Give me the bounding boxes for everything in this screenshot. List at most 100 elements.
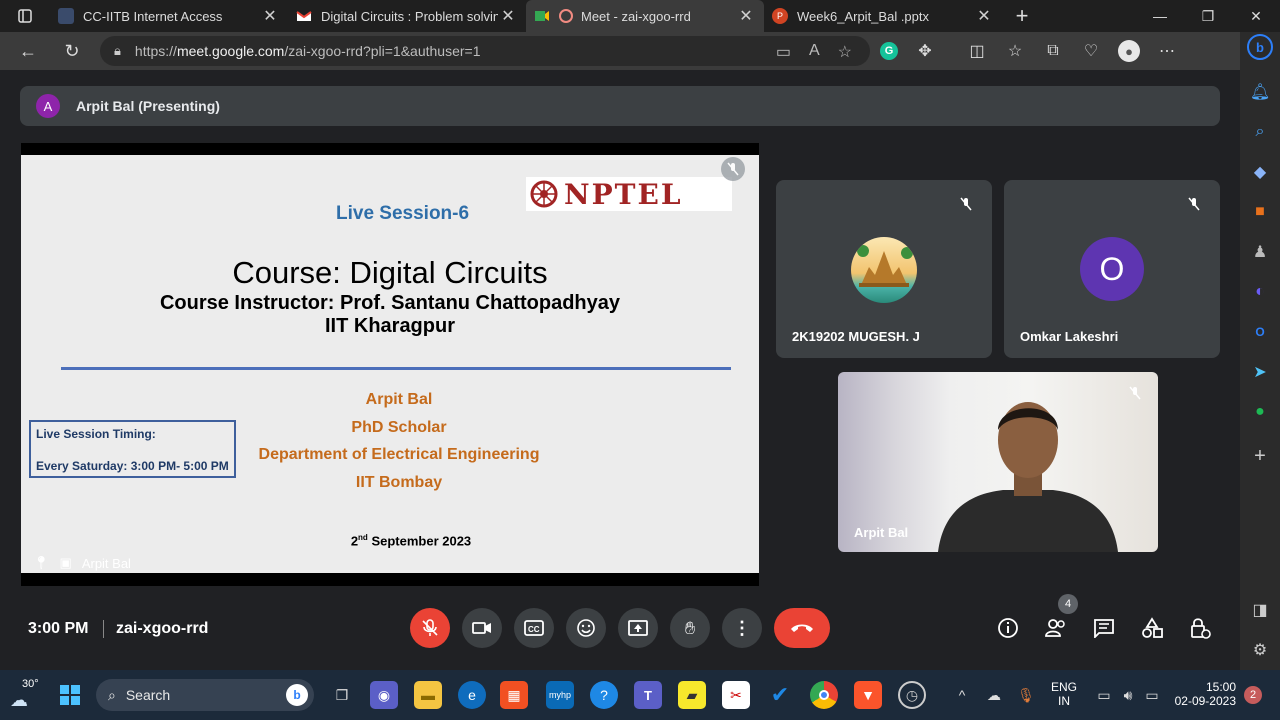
iitb-favicon-icon [58, 8, 74, 24]
camera-blocked-icon[interactable]: ▭ [776, 42, 791, 62]
new-tab-icon[interactable]: + [1002, 0, 1042, 32]
info-icon [998, 618, 1018, 638]
games-icon[interactable]: ♟ [1248, 240, 1272, 264]
split-screen-icon[interactable]: ◫ [966, 40, 988, 62]
minimize-icon[interactable]: — [1136, 0, 1184, 32]
sticky-notes-icon[interactable]: ▰ [678, 681, 706, 709]
camera-toggle-button[interactable] [462, 608, 502, 648]
host-controls-button[interactable] [1184, 612, 1216, 644]
snipping-tool-icon[interactable]: ✂ [722, 681, 750, 709]
bing-copilot-icon[interactable]: b [1247, 34, 1273, 60]
microphone-in-use-icon[interactable]: 🎙︎ [1012, 681, 1040, 709]
file-explorer-icon[interactable]: ▬ [414, 681, 442, 709]
show-hidden-icons[interactable]: ^ [948, 681, 976, 709]
collections-icon[interactable]: ⧉ [1042, 40, 1064, 62]
language-indicator[interactable]: ENG IN [1048, 680, 1080, 708]
pin-icon[interactable]: 📍︎ [33, 555, 50, 571]
nptel-logo-text: NPTEL [564, 177, 683, 211]
notifications-bell-icon[interactable]: 🔔︎ [1248, 80, 1272, 104]
weather-widget[interactable]: 30° ☁ [8, 678, 48, 712]
read-aloud-icon[interactable]: A [809, 42, 820, 62]
start-icon[interactable] [56, 681, 84, 709]
brave-icon[interactable]: ▼ [854, 681, 882, 709]
back-icon[interactable]: ← [6, 32, 50, 70]
recording-icon [559, 9, 573, 23]
teams-chat-icon[interactable]: ◉ [370, 681, 398, 709]
tab-meet[interactable]: Meet - zai-xgoo-rrd ✕ [526, 0, 764, 32]
close-tab-icon[interactable]: ✕ [260, 6, 280, 26]
clock-time: 15:00 [1205, 680, 1236, 694]
microsoft-store-icon[interactable]: ▦ [500, 681, 528, 709]
svg-text:CC: CC [528, 625, 540, 634]
teams-icon[interactable]: T [634, 681, 662, 709]
captions-icon: CC [524, 620, 544, 636]
taskbar-search[interactable]: ⌕ Search b [96, 679, 314, 711]
tab-cc-iitb[interactable]: CC-IITB Internet Access ✕ [50, 0, 288, 32]
leave-call-button[interactable] [774, 608, 830, 648]
task-view-icon[interactable]: ❐ [328, 681, 356, 709]
refresh-icon[interactable]: ↻ [50, 32, 94, 70]
add-sidebar-app-icon[interactable]: + [1248, 444, 1272, 468]
microsoft365-icon[interactable]: ◐ [1248, 280, 1272, 304]
activities-button[interactable] [1136, 612, 1168, 644]
tools-briefcase-icon[interactable]: ■ [1248, 200, 1272, 224]
send-icon[interactable]: ➤ [1248, 360, 1272, 384]
onedrive-icon[interactable]: ☁ [980, 681, 1008, 709]
chat-button[interactable] [1088, 612, 1120, 644]
edge-browser-icon[interactable]: e [458, 681, 486, 709]
favorites-icon[interactable]: ☆ [1004, 40, 1026, 62]
self-video-tile[interactable]: Arpit Bal [838, 372, 1158, 552]
close-tab-icon[interactable]: ✕ [498, 6, 518, 26]
close-tab-icon[interactable]: ✕ [736, 6, 756, 26]
tab-title: Digital Circuits : Problem solving [321, 8, 498, 24]
outlook-icon[interactable]: O [1248, 320, 1272, 344]
microphone-toggle-button[interactable] [410, 608, 450, 648]
system-clock[interactable]: 15:00 02-09-2023 [1170, 680, 1236, 708]
tab-gmail[interactable]: Digital Circuits : Problem solving ✕ [288, 0, 526, 32]
hide-sidebar-icon[interactable]: ◨ [1248, 598, 1272, 622]
shared-screen[interactable]: Live Session-6 NPTEL Course: Digital Cir… [21, 143, 759, 586]
myhp-icon[interactable]: myhp [546, 681, 574, 709]
sidebar-settings-icon[interactable]: ⚙ [1248, 638, 1272, 662]
browser-essentials-icon[interactable]: ♡ [1080, 40, 1102, 62]
spotify-icon[interactable]: ● [1248, 400, 1272, 424]
clock-app-icon[interactable]: ◷ [898, 681, 926, 709]
captions-button[interactable]: CC [514, 608, 554, 648]
people-button[interactable] [1040, 612, 1072, 644]
battery-icon[interactable]: ▭ [1138, 681, 1166, 709]
shopping-tag-icon[interactable]: ◆ [1248, 160, 1272, 184]
chrome-icon[interactable] [810, 681, 838, 709]
reactions-button[interactable] [566, 608, 606, 648]
restore-icon[interactable]: ❐ [1184, 0, 1232, 32]
notification-count-badge[interactable]: 2 [1244, 686, 1262, 704]
lock-person-icon [1191, 618, 1211, 639]
search-icon[interactable]: ⌕ [1248, 120, 1272, 144]
participant-tile[interactable]: 2K19202 MUGESH. J [776, 180, 992, 358]
raise-hand-button[interactable]: ✋︎ [670, 608, 710, 648]
window-close-icon[interactable]: ✕ [1232, 0, 1280, 32]
tab-title: CC-IITB Internet Access [83, 8, 223, 24]
meeting-code: zai-xgoo-rrd [116, 620, 209, 637]
todo-icon[interactable]: ✔ [766, 681, 794, 709]
participant-tile[interactable]: O Omkar Lakeshri [1004, 180, 1220, 358]
address-bar[interactable]: 🔒︎ https://meet.google.com/zai-xgoo-rrd?… [100, 36, 870, 66]
profile-avatar-icon[interactable]: ● [1118, 40, 1140, 62]
tab-pptx[interactable]: P Week6_Arpit_Bal .pptx ✕ [764, 0, 1002, 32]
help-icon[interactable]: ? [590, 681, 618, 709]
present-icon: ▣ [59, 555, 72, 570]
close-tab-icon[interactable]: ✕ [974, 6, 994, 26]
more-options-button[interactable]: ⋮ [722, 608, 762, 648]
tab-actions-icon[interactable] [0, 0, 50, 32]
favorite-star-icon[interactable]: ☆ [838, 42, 852, 62]
meeting-time: 3:00 PM [28, 620, 89, 637]
emoji-icon [577, 619, 595, 637]
slide-presenter-inst: IIT Bombay [355, 474, 443, 491]
present-screen-button[interactable] [618, 608, 658, 648]
screen-share-overlay: 📍︎ ▣ Arpit Bal [33, 555, 131, 571]
more-menu-icon[interactable]: ⋯ [1156, 40, 1178, 62]
language-line2: IN [1058, 694, 1070, 708]
meeting-details-button[interactable] [992, 612, 1024, 644]
presenter-label: Arpit Bal (Presenting) [76, 98, 220, 114]
extensions-icon[interactable]: ✥ [914, 40, 936, 62]
grammarly-icon[interactable]: G [880, 42, 898, 60]
